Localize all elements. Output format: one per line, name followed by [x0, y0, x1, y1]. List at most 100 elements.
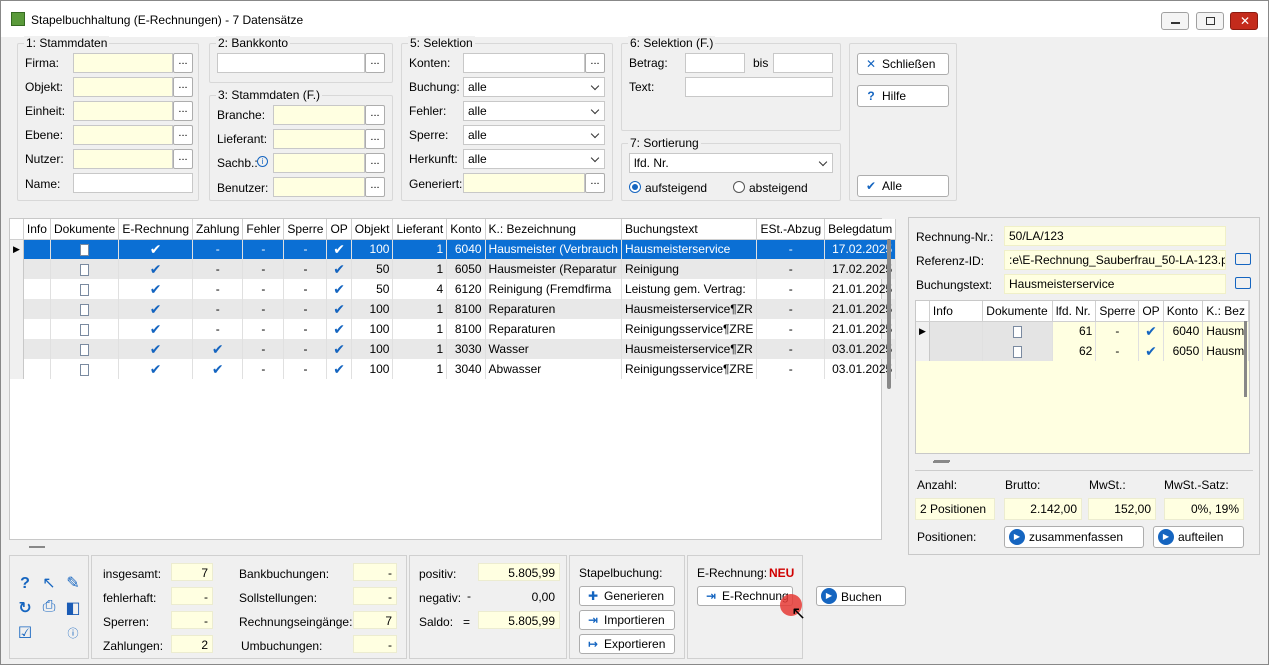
pencil-icon[interactable]: ✎	[63, 573, 83, 593]
bankkonto-input[interactable]	[217, 53, 365, 73]
table-row[interactable]: ▶ ✔ - - - ✔ 100 1 6040 Hausmeister (Verbrauch Haus…	[10, 239, 897, 259]
all-button[interactable]: ✔ Alle	[857, 175, 949, 197]
help-button[interactable]: ? Hilfe	[857, 85, 949, 107]
monitor-icon[interactable]	[1235, 277, 1251, 289]
column-header[interactable]: Lieferant	[392, 219, 448, 240]
nutzer-lookup-button[interactable]: ...	[173, 149, 193, 169]
column-header[interactable]: Belegdatum	[824, 219, 897, 240]
close-button[interactable]: ✕ Schließen	[857, 53, 949, 75]
positions-splitter[interactable]	[933, 461, 949, 463]
close-window-button[interactable]: ✕	[1230, 12, 1258, 30]
objekt-input[interactable]	[73, 77, 173, 97]
maximize-button[interactable]	[1196, 12, 1224, 30]
info-icon[interactable]: i	[257, 156, 268, 167]
table-row[interactable]: ▶ 61- ✔ 6040 Hausm	[916, 321, 1249, 341]
column-header[interactable]: Objekt	[351, 219, 394, 240]
ebene-lookup-button[interactable]: ...	[173, 125, 193, 145]
lieferant-lookup-button[interactable]: ...	[365, 129, 385, 149]
exportieren-button[interactable]: ↦ Exportieren	[579, 634, 675, 654]
column-header[interactable]: E-Rechnung	[118, 219, 194, 240]
column-header[interactable]: OP	[1138, 301, 1164, 322]
column-header[interactable]: Buchungstext	[621, 219, 758, 240]
column-header[interactable]: ESt.-Abzug	[756, 219, 826, 240]
column-header[interactable]: Sperre	[1095, 301, 1140, 322]
konten-lookup-button[interactable]: ...	[585, 53, 605, 73]
minimize-button[interactable]	[1161, 12, 1189, 30]
firma-lookup-button[interactable]: ...	[173, 53, 193, 73]
column-header[interactable]: OP	[326, 219, 352, 240]
sortierung-select[interactable]: lfd. Nr.	[629, 153, 833, 173]
label-fehlerhaft: fehlerhaft:	[103, 591, 157, 605]
generiert-lookup-button[interactable]: ...	[585, 173, 605, 193]
bankkonto-lookup-button[interactable]: ...	[365, 53, 385, 73]
generiert-input[interactable]	[463, 173, 585, 193]
konten-input[interactable]	[463, 53, 585, 73]
table-row[interactable]: ✔ ✔ - - ✔ 100 1 3040 Abwasser Reinigungsservice¶Z…	[10, 359, 897, 379]
table-row[interactable]: ✔ - - - ✔ 100 1 8100 Reparaturen Hausmeisterservi…	[10, 299, 897, 319]
column-header[interactable]: K.: Bez	[1202, 301, 1249, 322]
einheit-input[interactable]	[73, 101, 173, 121]
radio-absteigend[interactable]	[733, 181, 745, 193]
generieren-button[interactable]: ✚ Generieren	[579, 586, 675, 606]
ebene-input[interactable]	[73, 125, 173, 145]
text-input[interactable]	[685, 77, 833, 97]
est-abzug-cell: -	[756, 239, 826, 259]
zusammenfassen-button[interactable]: ▶ zusammenfassen	[1004, 526, 1144, 548]
vertical-scrollbar[interactable]	[887, 239, 891, 389]
column-header[interactable]	[10, 219, 24, 240]
fehler-select[interactable]: alle	[463, 101, 605, 121]
sachb-lookup-button[interactable]: ...	[365, 153, 385, 173]
einheit-lookup-button[interactable]: ...	[173, 101, 193, 121]
monitor-icon[interactable]	[1235, 253, 1251, 265]
nutzer-input[interactable]	[73, 149, 173, 169]
splitter-handle[interactable]	[29, 546, 45, 548]
info-circle-icon[interactable]: ⓘ	[63, 625, 83, 641]
sperre-select[interactable]: alle	[463, 125, 605, 145]
column-header[interactable]: Info	[23, 219, 51, 240]
refresh-icon[interactable]: ↻	[15, 598, 35, 618]
branche-lookup-button[interactable]: ...	[365, 105, 385, 125]
table-row[interactable]: 62- ✔ 6050 Hausm	[916, 341, 1249, 361]
buchen-button[interactable]: ▶ Buchen	[816, 586, 906, 606]
aufteilen-button[interactable]: ▶ aufteilen	[1153, 526, 1244, 548]
column-header[interactable]: Sperre	[283, 219, 328, 240]
checkbox-icon[interactable]: ☑	[15, 623, 35, 643]
office-icon[interactable]: ◧	[63, 598, 83, 618]
column-header[interactable]: Fehler	[242, 219, 285, 240]
firma-input[interactable]	[73, 53, 173, 73]
column-header[interactable]: K.: Bezeichnung	[485, 219, 622, 240]
objekt-lookup-button[interactable]: ...	[173, 77, 193, 97]
table-row[interactable]: ✔ - - - ✔ 50 1 6050 Hausmeister (Reparatur Reinig…	[10, 259, 897, 279]
column-header[interactable]: lfd. Nr.	[1052, 301, 1097, 322]
herkunft-select[interactable]: alle	[463, 149, 605, 169]
name-input[interactable]	[73, 173, 193, 193]
lieferant-input[interactable]	[273, 129, 365, 149]
radio-aufsteigend[interactable]	[629, 181, 641, 193]
table-row[interactable]: ✔ ✔ - - ✔ 100 1 3030 Wasser Hausmeisterservice¶ZR…	[10, 339, 897, 359]
check-icon: ✔	[149, 280, 162, 297]
column-header[interactable]: Zahlung	[192, 219, 244, 240]
buchung-select[interactable]: alle	[463, 77, 605, 97]
sachb-input[interactable]	[273, 153, 365, 173]
benutzer-lookup-button[interactable]: ...	[365, 177, 385, 197]
table-row[interactable]: ✔ - - - ✔ 50 4 6120 Reinigung (Fremdfirma Leistun…	[10, 279, 897, 299]
importieren-button[interactable]: ⇥ Importieren	[579, 610, 675, 630]
column-header[interactable]: Info	[929, 301, 984, 322]
betrag-to-input[interactable]	[773, 53, 833, 73]
pointer-icon[interactable]: ↖	[39, 573, 59, 593]
booking-grid[interactable]: Info Dokumente E-Rechnung Zahlung Fehler Sper…	[9, 218, 897, 540]
table-row[interactable]: ✔ - - - ✔ 100 1 8100 Reparaturen Reinigungsservic…	[10, 319, 897, 339]
column-header[interactable]: Konto	[1163, 301, 1204, 322]
column-header[interactable]: Dokumente	[50, 219, 120, 240]
betrag-from-input[interactable]	[685, 53, 745, 73]
column-header[interactable]	[916, 301, 930, 322]
print-icon[interactable]: ⎙	[39, 598, 59, 616]
branche-input[interactable]	[273, 105, 365, 125]
benutzer-input[interactable]	[273, 177, 365, 197]
help-icon[interactable]: ?	[15, 575, 35, 593]
positions-grid[interactable]: Info Dokumente lfd. Nr. Sperre OP Konto K.: Be…	[915, 300, 1250, 462]
positions-scrollbar[interactable]	[1244, 321, 1247, 397]
column-header[interactable]: Dokumente	[982, 301, 1053, 322]
erechnung-button[interactable]: ⇥ E-Rechnung	[697, 586, 793, 606]
column-header[interactable]: Konto	[446, 219, 486, 240]
